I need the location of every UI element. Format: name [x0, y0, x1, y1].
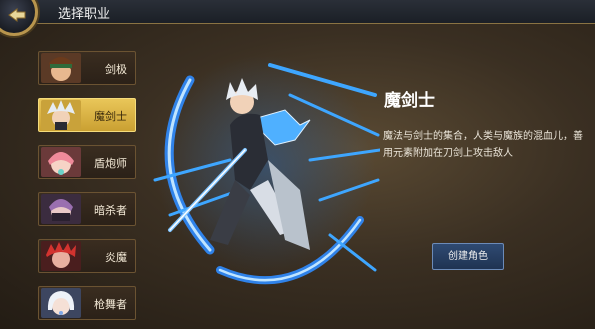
back-arrow-icon — [8, 8, 26, 22]
portrait-jianji — [41, 53, 81, 83]
portrait-qiangwuzhe — [41, 288, 81, 318]
back-button[interactable] — [0, 0, 38, 36]
class-label: 剑极 — [105, 63, 127, 76]
class-label: 盾炮师 — [94, 157, 127, 170]
class-item-qiangwuzhe[interactable]: 枪舞者 — [38, 286, 136, 320]
class-label: 炎魔 — [105, 251, 127, 264]
class-item-mojianshi[interactable]: 魔剑士 — [38, 98, 136, 132]
portrait-dunpaoshi — [41, 147, 81, 177]
class-label: 枪舞者 — [94, 298, 127, 311]
selected-class-name: 魔剑士 — [384, 91, 435, 111]
page-title: 选择职业 — [58, 7, 111, 22]
class-item-yanmo[interactable]: 炎魔 — [38, 239, 136, 273]
class-item-jianji[interactable]: 剑极 — [38, 51, 136, 85]
top-bar: 选择职业 — [0, 0, 595, 24]
portrait-ansha — [41, 194, 81, 224]
create-character-button[interactable]: 创建角色 — [432, 243, 504, 270]
class-label: 魔剑士 — [94, 110, 127, 123]
character-illustration — [150, 40, 382, 289]
class-description: 魔法与剑士的集合，人类与魔族的混血儿，善用元素附加在刀剑上攻击敌人 — [383, 131, 583, 159]
class-item-ansha[interactable]: 暗杀者 — [38, 192, 136, 226]
portrait-mojianshi — [41, 100, 81, 130]
class-item-dunpaoshi[interactable]: 盾炮师 — [38, 145, 136, 179]
portrait-yanmo — [41, 241, 81, 271]
class-label: 暗杀者 — [94, 204, 127, 217]
